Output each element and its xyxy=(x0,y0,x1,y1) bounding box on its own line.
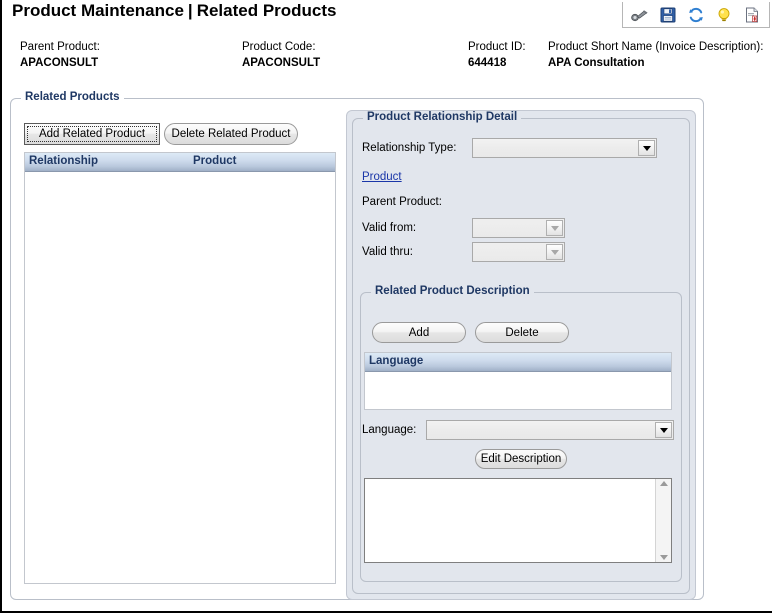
delete-description-button[interactable]: Delete xyxy=(475,322,569,343)
delete-related-product-button[interactable]: Delete Related Product xyxy=(164,123,298,145)
refresh-icon[interactable] xyxy=(687,6,705,24)
chevron-down-icon[interactable] xyxy=(655,422,672,438)
page-title-sub: Related Products xyxy=(196,1,337,20)
page-title-separator: | xyxy=(187,1,193,20)
related-products-grid[interactable]: Relationship Product xyxy=(24,152,336,584)
lightbulb-icon[interactable] xyxy=(715,6,733,24)
add-description-button[interactable]: Add xyxy=(372,322,466,343)
add-related-product-button[interactable]: Add Related Product xyxy=(24,123,160,145)
chevron-down-icon[interactable] xyxy=(546,220,563,236)
product-code-label: Product Code: xyxy=(242,41,316,53)
chevron-down-icon[interactable] xyxy=(638,140,655,156)
chevron-down-icon[interactable] xyxy=(546,244,563,260)
scroll-down-icon[interactable] xyxy=(659,555,668,560)
relationship-type-dropdown[interactable] xyxy=(472,138,657,158)
relationship-type-value xyxy=(473,139,638,157)
valid-thru-dropdown[interactable] xyxy=(472,242,565,262)
header-field-short-name: Product Short Name (Invoice Description)… xyxy=(548,40,763,71)
product-link[interactable]: Product xyxy=(362,171,402,183)
save-icon[interactable] xyxy=(659,6,677,24)
header-field-product-code: Product Code: APACONSULT xyxy=(242,40,320,71)
language-dropdown[interactable] xyxy=(426,420,674,440)
product-id-value: 644418 xyxy=(468,57,507,69)
application-window: Product Maintenance | Related Products P… xyxy=(0,0,772,613)
product-id-label: Product ID: xyxy=(468,41,526,53)
product-code-value: APACONSULT xyxy=(242,57,321,69)
description-scrollbar[interactable] xyxy=(655,479,671,562)
description-textarea[interactable] xyxy=(364,478,672,563)
column-header-product: Product xyxy=(193,155,237,167)
toolbar xyxy=(622,2,770,28)
detail-parent-product-label: Parent Product: xyxy=(362,196,442,208)
language-label: Language: xyxy=(362,424,417,436)
valid-from-value xyxy=(473,219,546,237)
report-icon[interactable] xyxy=(743,6,761,24)
language-grid-header: Language xyxy=(365,353,671,372)
column-header-relationship: Relationship xyxy=(29,155,99,167)
relationship-type-label: Relationship Type: xyxy=(362,142,457,154)
short-name-value: APA Consultation xyxy=(548,57,645,69)
description-text-value[interactable] xyxy=(365,479,655,562)
header-info-strip: Parent Product: APACONSULT Product Code:… xyxy=(2,40,772,80)
parent-product-value: APACONSULT xyxy=(20,57,99,69)
column-header-language: Language xyxy=(369,355,424,367)
language-value xyxy=(427,421,655,439)
related-product-description-legend: Related Product Description xyxy=(371,285,534,297)
valid-thru-value xyxy=(473,243,546,261)
binoculars-icon[interactable] xyxy=(631,6,649,24)
valid-from-dropdown[interactable] xyxy=(472,218,565,238)
scrollbar-track[interactable] xyxy=(656,486,671,555)
short-name-label: Product Short Name (Invoice Description)… xyxy=(548,41,764,53)
page-title-main: Product Maintenance xyxy=(12,1,184,20)
valid-thru-label: Valid thru: xyxy=(362,246,413,258)
product-relationship-detail-legend: Product Relationship Detail xyxy=(363,111,522,123)
page-title: Product Maintenance | Related Products xyxy=(12,1,337,21)
header-field-parent-product: Parent Product: APACONSULT xyxy=(20,40,100,71)
language-grid[interactable]: Language xyxy=(364,352,672,410)
header-field-product-id: Product ID: 644418 xyxy=(468,40,526,71)
edit-description-button[interactable]: Edit Description xyxy=(475,449,567,469)
parent-product-label: Parent Product: xyxy=(20,41,100,53)
related-products-grid-header: Relationship Product xyxy=(25,153,335,172)
related-products-legend: Related Products xyxy=(21,91,124,103)
valid-from-label: Valid from: xyxy=(362,222,417,234)
